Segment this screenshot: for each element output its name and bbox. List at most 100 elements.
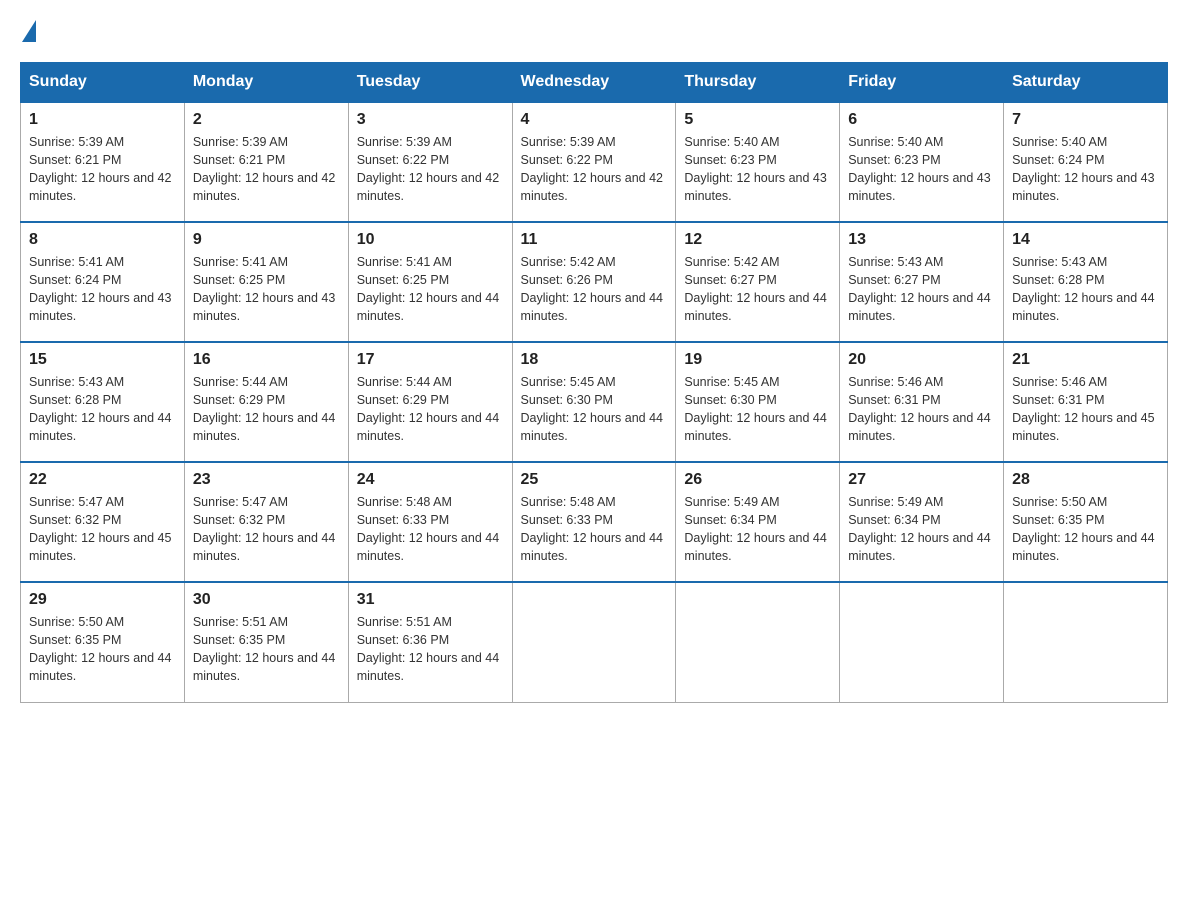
calendar-cell: 20 Sunrise: 5:46 AMSunset: 6:31 PMDaylig… <box>840 342 1004 462</box>
day-number: 1 <box>29 111 176 129</box>
day-info: Sunrise: 5:49 AMSunset: 6:34 PMDaylight:… <box>848 495 990 563</box>
day-number: 28 <box>1012 471 1159 489</box>
day-number: 14 <box>1012 231 1159 249</box>
day-info: Sunrise: 5:47 AMSunset: 6:32 PMDaylight:… <box>193 495 335 563</box>
day-number: 16 <box>193 351 340 369</box>
calendar-cell: 5 Sunrise: 5:40 AMSunset: 6:23 PMDayligh… <box>676 102 840 222</box>
day-number: 27 <box>848 471 995 489</box>
calendar-cell <box>840 582 1004 702</box>
day-info: Sunrise: 5:43 AMSunset: 6:28 PMDaylight:… <box>29 375 171 443</box>
day-info: Sunrise: 5:50 AMSunset: 6:35 PMDaylight:… <box>1012 495 1154 563</box>
day-info: Sunrise: 5:44 AMSunset: 6:29 PMDaylight:… <box>357 375 499 443</box>
day-info: Sunrise: 5:39 AMSunset: 6:21 PMDaylight:… <box>29 135 171 203</box>
day-info: Sunrise: 5:50 AMSunset: 6:35 PMDaylight:… <box>29 615 171 683</box>
day-number: 30 <box>193 591 340 609</box>
day-number: 13 <box>848 231 995 249</box>
day-info: Sunrise: 5:47 AMSunset: 6:32 PMDaylight:… <box>29 495 171 563</box>
day-info: Sunrise: 5:41 AMSunset: 6:24 PMDaylight:… <box>29 255 171 323</box>
day-number: 15 <box>29 351 176 369</box>
calendar-cell: 15 Sunrise: 5:43 AMSunset: 6:28 PMDaylig… <box>21 342 185 462</box>
day-number: 9 <box>193 231 340 249</box>
calendar-cell <box>1004 582 1168 702</box>
day-info: Sunrise: 5:45 AMSunset: 6:30 PMDaylight:… <box>521 375 663 443</box>
page-header <box>20 20 1168 42</box>
day-info: Sunrise: 5:39 AMSunset: 6:22 PMDaylight:… <box>521 135 663 203</box>
day-number: 21 <box>1012 351 1159 369</box>
day-info: Sunrise: 5:44 AMSunset: 6:29 PMDaylight:… <box>193 375 335 443</box>
logo-triangle-icon <box>22 20 36 42</box>
day-info: Sunrise: 5:48 AMSunset: 6:33 PMDaylight:… <box>521 495 663 563</box>
calendar-table: SundayMondayTuesdayWednesdayThursdayFrid… <box>20 62 1168 703</box>
calendar-cell: 1 Sunrise: 5:39 AMSunset: 6:21 PMDayligh… <box>21 102 185 222</box>
calendar-cell <box>676 582 840 702</box>
calendar-cell: 31 Sunrise: 5:51 AMSunset: 6:36 PMDaylig… <box>348 582 512 702</box>
calendar-cell: 29 Sunrise: 5:50 AMSunset: 6:35 PMDaylig… <box>21 582 185 702</box>
calendar-cell: 27 Sunrise: 5:49 AMSunset: 6:34 PMDaylig… <box>840 462 1004 582</box>
day-info: Sunrise: 5:41 AMSunset: 6:25 PMDaylight:… <box>357 255 499 323</box>
day-info: Sunrise: 5:51 AMSunset: 6:36 PMDaylight:… <box>357 615 499 683</box>
calendar-cell <box>512 582 676 702</box>
calendar-cell: 12 Sunrise: 5:42 AMSunset: 6:27 PMDaylig… <box>676 222 840 342</box>
day-number: 18 <box>521 351 668 369</box>
day-number: 26 <box>684 471 831 489</box>
calendar-week-row: 1 Sunrise: 5:39 AMSunset: 6:21 PMDayligh… <box>21 102 1168 222</box>
calendar-cell: 13 Sunrise: 5:43 AMSunset: 6:27 PMDaylig… <box>840 222 1004 342</box>
day-info: Sunrise: 5:40 AMSunset: 6:24 PMDaylight:… <box>1012 135 1154 203</box>
day-info: Sunrise: 5:40 AMSunset: 6:23 PMDaylight:… <box>684 135 826 203</box>
calendar-cell: 28 Sunrise: 5:50 AMSunset: 6:35 PMDaylig… <box>1004 462 1168 582</box>
day-number: 7 <box>1012 111 1159 129</box>
calendar-cell: 24 Sunrise: 5:48 AMSunset: 6:33 PMDaylig… <box>348 462 512 582</box>
day-info: Sunrise: 5:39 AMSunset: 6:21 PMDaylight:… <box>193 135 335 203</box>
calendar-cell: 30 Sunrise: 5:51 AMSunset: 6:35 PMDaylig… <box>184 582 348 702</box>
day-info: Sunrise: 5:48 AMSunset: 6:33 PMDaylight:… <box>357 495 499 563</box>
calendar-week-row: 15 Sunrise: 5:43 AMSunset: 6:28 PMDaylig… <box>21 342 1168 462</box>
day-info: Sunrise: 5:46 AMSunset: 6:31 PMDaylight:… <box>848 375 990 443</box>
day-number: 11 <box>521 231 668 249</box>
calendar-cell: 18 Sunrise: 5:45 AMSunset: 6:30 PMDaylig… <box>512 342 676 462</box>
day-info: Sunrise: 5:49 AMSunset: 6:34 PMDaylight:… <box>684 495 826 563</box>
day-number: 29 <box>29 591 176 609</box>
calendar-header-row: SundayMondayTuesdayWednesdayThursdayFrid… <box>21 63 1168 103</box>
calendar-header-monday: Monday <box>184 63 348 103</box>
day-number: 10 <box>357 231 504 249</box>
day-number: 23 <box>193 471 340 489</box>
day-info: Sunrise: 5:39 AMSunset: 6:22 PMDaylight:… <box>357 135 499 203</box>
calendar-cell: 17 Sunrise: 5:44 AMSunset: 6:29 PMDaylig… <box>348 342 512 462</box>
day-number: 3 <box>357 111 504 129</box>
day-number: 4 <box>521 111 668 129</box>
calendar-cell: 8 Sunrise: 5:41 AMSunset: 6:24 PMDayligh… <box>21 222 185 342</box>
day-info: Sunrise: 5:42 AMSunset: 6:27 PMDaylight:… <box>684 255 826 323</box>
day-number: 24 <box>357 471 504 489</box>
day-info: Sunrise: 5:43 AMSunset: 6:28 PMDaylight:… <box>1012 255 1154 323</box>
calendar-cell: 10 Sunrise: 5:41 AMSunset: 6:25 PMDaylig… <box>348 222 512 342</box>
calendar-week-row: 29 Sunrise: 5:50 AMSunset: 6:35 PMDaylig… <box>21 582 1168 702</box>
calendar-header-thursday: Thursday <box>676 63 840 103</box>
day-info: Sunrise: 5:41 AMSunset: 6:25 PMDaylight:… <box>193 255 335 323</box>
day-number: 19 <box>684 351 831 369</box>
calendar-cell: 23 Sunrise: 5:47 AMSunset: 6:32 PMDaylig… <box>184 462 348 582</box>
day-number: 6 <box>848 111 995 129</box>
calendar-cell: 26 Sunrise: 5:49 AMSunset: 6:34 PMDaylig… <box>676 462 840 582</box>
day-number: 17 <box>357 351 504 369</box>
calendar-week-row: 8 Sunrise: 5:41 AMSunset: 6:24 PMDayligh… <box>21 222 1168 342</box>
day-number: 8 <box>29 231 176 249</box>
calendar-cell: 6 Sunrise: 5:40 AMSunset: 6:23 PMDayligh… <box>840 102 1004 222</box>
calendar-cell: 7 Sunrise: 5:40 AMSunset: 6:24 PMDayligh… <box>1004 102 1168 222</box>
calendar-cell: 14 Sunrise: 5:43 AMSunset: 6:28 PMDaylig… <box>1004 222 1168 342</box>
calendar-cell: 25 Sunrise: 5:48 AMSunset: 6:33 PMDaylig… <box>512 462 676 582</box>
calendar-header-friday: Friday <box>840 63 1004 103</box>
logo <box>20 20 38 42</box>
day-info: Sunrise: 5:43 AMSunset: 6:27 PMDaylight:… <box>848 255 990 323</box>
day-number: 25 <box>521 471 668 489</box>
calendar-cell: 16 Sunrise: 5:44 AMSunset: 6:29 PMDaylig… <box>184 342 348 462</box>
calendar-cell: 4 Sunrise: 5:39 AMSunset: 6:22 PMDayligh… <box>512 102 676 222</box>
calendar-cell: 21 Sunrise: 5:46 AMSunset: 6:31 PMDaylig… <box>1004 342 1168 462</box>
day-info: Sunrise: 5:45 AMSunset: 6:30 PMDaylight:… <box>684 375 826 443</box>
day-number: 5 <box>684 111 831 129</box>
calendar-cell: 2 Sunrise: 5:39 AMSunset: 6:21 PMDayligh… <box>184 102 348 222</box>
calendar-header-sunday: Sunday <box>21 63 185 103</box>
calendar-header-tuesday: Tuesday <box>348 63 512 103</box>
day-number: 20 <box>848 351 995 369</box>
calendar-cell: 19 Sunrise: 5:45 AMSunset: 6:30 PMDaylig… <box>676 342 840 462</box>
calendar-cell: 22 Sunrise: 5:47 AMSunset: 6:32 PMDaylig… <box>21 462 185 582</box>
